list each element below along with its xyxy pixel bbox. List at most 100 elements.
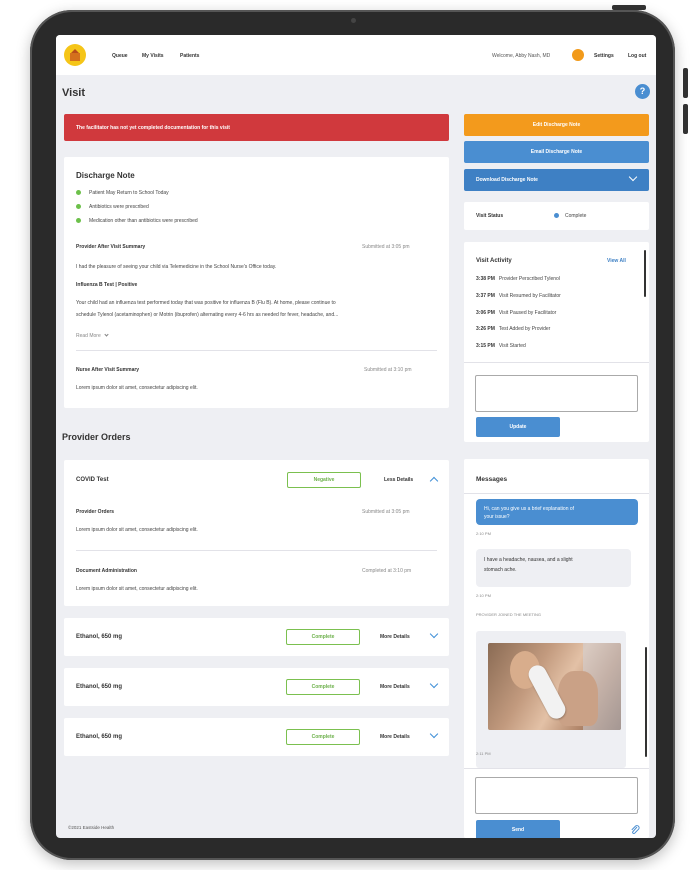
visit-activity-title: Visit Activity [476,258,512,264]
order-card: Ethanol, 650 mg Complete More Details [64,668,449,706]
app-logo[interactable] [64,44,86,66]
activity-text: Provider Perscribed Tylenol [498,276,560,282]
attachment-icon[interactable] [630,825,640,835]
provider-summary-body: Your child had an influenza test perform… [76,300,336,306]
chevron-down-icon[interactable] [429,679,439,689]
visit-status-value: Complete [565,213,587,219]
tablet-volume-down-button [683,104,688,134]
message-line: your issue? [484,514,510,520]
provider-summary-intro: I had the pleasure of seeing your child … [76,264,277,270]
activity-scrollbar[interactable] [644,250,646,297]
app-screen: Queue My Visits Patients Welcome, Abby N… [56,35,656,838]
message-timestamp: 2:11 PM [476,751,491,756]
order-sub-timestamp: Submitted at 3:05 pm [362,509,410,515]
order-card: Ethanol, 650 mg Complete More Details [64,718,449,756]
outgoing-message: Hi, can you give us a brief explanation … [476,499,638,525]
activity-time: 3:38 PM [476,276,495,282]
activity-time: 3:15 PM [476,343,495,349]
camera-icon [350,18,356,23]
view-all-link[interactable]: View All [607,258,626,264]
top-nav: Queue My Visits Patients Welcome, Abby N… [56,35,656,75]
less-details-toggle[interactable]: Less Details [384,477,413,483]
activity-row: 3:06 PM Visit Paused by Facilitator [476,310,556,316]
order-name: Ethanol, 650 mg [76,734,123,740]
activity-note-input[interactable] [475,375,638,412]
chevron-down-icon [104,332,109,337]
status-badge: Complete [286,679,360,695]
status-badge: Complete [286,729,360,745]
message-timestamp: 2:10 PM [476,531,491,536]
logout-link[interactable]: Log out [628,53,646,59]
activity-time: 3:37 PM [476,293,495,299]
order-sub-title: Document Administration [76,568,137,574]
messages-scrollbar[interactable] [645,647,647,757]
discharge-bullet: Antibiotics were prescribed [89,204,149,210]
activity-time: 3:06 PM [476,310,495,316]
chevron-down-icon [628,172,638,182]
download-discharge-note-button[interactable]: Download Discharge Note [464,169,649,191]
activity-time: 3:26 PM [476,326,495,332]
nurse-summary-timestamp: Submitted at 3:10 pm [364,367,412,373]
message-input[interactable] [475,777,638,814]
discharge-bullet: Patient May Return to School Today [89,190,169,196]
provider-summary-body: schedule Tylenol (acetaminophen) or Motr… [76,312,339,318]
order-card: Ethanol, 650 mg Complete More Details [64,618,449,656]
bullet-dot-icon [76,218,81,223]
provider-orders-title: Provider Orders [62,432,131,442]
read-more-label: Read More [76,333,101,339]
help-icon[interactable]: ? [635,84,650,99]
read-more-link[interactable]: Read More [76,332,109,339]
status-dot-icon [554,213,559,218]
message-timestamp: 2:10 PM [476,593,491,598]
chevron-down-icon[interactable] [429,629,439,639]
status-badge: Complete [286,629,360,645]
order-name: Ethanol, 650 mg [76,684,123,690]
covid-order-card: COVID Test Negative Less Details Provide… [64,460,449,606]
order-sub-title: Provider Orders [76,509,115,515]
activity-text: Visit Started [498,343,526,349]
email-discharge-note-button[interactable]: Email Discharge Note [464,141,649,163]
provider-summary-timestamp: Submitted at 3:05 pm [362,244,410,250]
provider-summary-subtitle: Influenza B Test | Positive [76,282,138,288]
activity-row: 3:37 PM Visit Resumed by Facilitator [476,293,561,299]
visit-activity-card: Visit Activity View All 3:38 PM Provider … [464,242,649,442]
chevron-down-icon[interactable] [429,729,439,739]
discharge-note-title: Discharge Note [76,171,135,180]
nav-link-patients[interactable]: Patients [180,53,199,59]
incoming-message: I have a headache, nausea, and a slight … [476,549,631,587]
image-message[interactable] [476,631,626,768]
activity-text: Visit Resumed by Facilitator [498,293,561,299]
settings-link[interactable]: Settings [594,53,614,59]
visit-status-card: Visit Status Complete [464,202,649,230]
nurse-summary-title: Nurse After Visit Summary [76,367,140,373]
more-details-toggle[interactable]: More Details [380,684,410,690]
send-button[interactable]: Send [476,820,560,838]
activity-row: 3:26 PM Test Added by Provider [476,326,550,332]
footer-copyright: ©2021 Eastside Health [68,825,115,830]
thermometer-photo[interactable] [488,643,621,730]
provider-summary-title: Provider After Visit Summary [76,244,146,250]
more-details-toggle[interactable]: More Details [380,734,410,740]
more-details-toggle[interactable]: More Details [380,634,410,640]
bullet-dot-icon [76,204,81,209]
alert-banner: The facilitator has not yet completed do… [64,114,449,141]
nav-link-queue[interactable]: Queue [112,53,128,59]
activity-row: 3:38 PM Provider Perscribed Tylenol [476,276,560,282]
edit-discharge-note-button[interactable]: Edit Discharge Note [464,114,649,136]
chevron-up-icon[interactable] [429,476,439,486]
order-name: COVID Test [76,477,109,483]
notification-icon[interactable] [572,49,584,61]
logo-house-icon [70,53,80,61]
welcome-text: Welcome, Abby Nash, MD [492,53,551,59]
nav-link-my-visits[interactable]: My Visits [142,53,164,59]
message-line: I have a headache, nausea, and a slight [484,557,573,563]
message-line: Hi, can you give us a brief explanation … [484,506,575,512]
status-badge: Negative [287,472,361,488]
order-name: Ethanol, 650 mg [76,634,123,640]
activity-row: 3:15 PM Visit Started [476,343,526,349]
update-button[interactable]: Update [476,417,560,437]
system-message: PROVIDER JOINED THE MEETING [476,612,542,617]
activity-text: Visit Paused by Facilitator [498,310,557,316]
order-sub-timestamp: Completed at 3:10 pm [362,568,412,574]
divider [464,768,649,769]
